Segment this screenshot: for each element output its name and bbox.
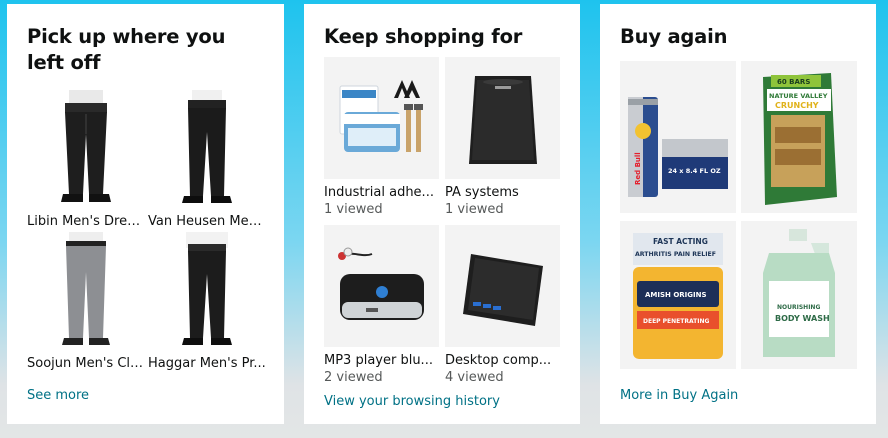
energy-pack-text: 24 x 8.4 FL OZ [668,167,721,175]
category-image-desktop-computer[interactable] [445,225,560,347]
product-image-pain-relief[interactable]: FAST ACTING ARTHRITIS PAIN RELIEF AMISH … [620,221,736,369]
viewed-count: 2 viewed [324,370,383,385]
card-pick-up: Pick up where you left off Libin Men's D… [7,4,284,424]
category-tile[interactable]: MP3 player blu... 2 viewed [324,225,439,386]
category-name[interactable]: Industrial adhe... [324,185,439,201]
product-name[interactable]: Soojun Men's Cla... [27,356,145,372]
card-title: Buy again [620,25,728,48]
bodywash-line2: BODY WASH [775,314,830,323]
product-name[interactable]: Haggar Men's Pr... [148,356,266,372]
category-name[interactable]: MP3 player blu... [324,353,439,369]
product-name[interactable]: Van Heusen Men... [148,214,266,230]
browsing-history-link[interactable]: View your browsing history [324,394,500,409]
category-name[interactable]: Desktop comp... [445,353,560,369]
product-tile[interactable]: Haggar Men's Pr... [148,232,266,372]
amish-top1: FAST ACTING [653,237,708,246]
product-image-body-wash[interactable]: NOURISHING BODY WASH [741,221,857,369]
more-buy-again-link[interactable]: More in Buy Again [620,388,738,403]
category-tile[interactable]: Industrial adhe... 1 viewed [324,57,439,218]
viewed-count: 4 viewed [445,370,504,385]
product-tile[interactable]: Libin Men's Dress... [27,90,145,230]
card-title: Keep shopping for [324,25,523,48]
category-name[interactable]: PA systems [445,185,560,201]
amish-top2: ARTHRITIS PAIN RELIEF [635,251,716,258]
product-tile[interactable]: Van Heusen Men... [148,90,266,230]
category-tile[interactable]: PA systems 1 viewed [445,57,560,218]
product-tile[interactable]: Soojun Men's Cla... [27,232,145,372]
amish-brand: AMISH ORIGINS [645,291,707,299]
card-title: Pick up where you left off [27,25,226,74]
nv-brand-text: NATURE VALLEY [769,92,828,100]
see-more-link[interactable]: See more [27,388,89,403]
product-image-dress-pants-black[interactable] [27,90,145,206]
card-keep-shopping: Keep shopping for Industrial adhe... 1 v… [304,4,580,424]
category-image-pa-speaker[interactable] [445,57,560,179]
product-image-energy-drink[interactable]: Red Bull 24 x 8.4 FL OZ [620,61,736,213]
product-image-dress-pants-gray[interactable] [27,232,145,348]
category-image-mp3-bluetooth[interactable] [324,225,439,347]
bodywash-line1: NOURISHING [777,304,820,311]
product-name[interactable]: Libin Men's Dress... [27,214,145,230]
nv-flavor-text: CRUNCHY [775,101,819,110]
nv-count-text: 60 BARS [777,78,810,86]
product-image-dress-pants-black-3[interactable] [148,232,266,348]
viewed-count: 1 viewed [445,202,504,217]
energy-brand-text: Red Bull [634,152,642,185]
product-image-dress-pants-black-2[interactable] [148,90,266,206]
viewed-count: 1 viewed [324,202,383,217]
amish-desc: DEEP PENETRATING [643,318,710,325]
category-tile[interactable]: Desktop comp... 4 viewed [445,225,560,386]
product-image-granola-bars[interactable]: 60 BARS NATURE VALLEY CRUNCHY [741,61,857,213]
category-image-adhesive[interactable] [324,57,439,179]
card-buy-again: Buy again Red Bull 24 x 8.4 FL OZ 60 BAR… [600,4,876,424]
